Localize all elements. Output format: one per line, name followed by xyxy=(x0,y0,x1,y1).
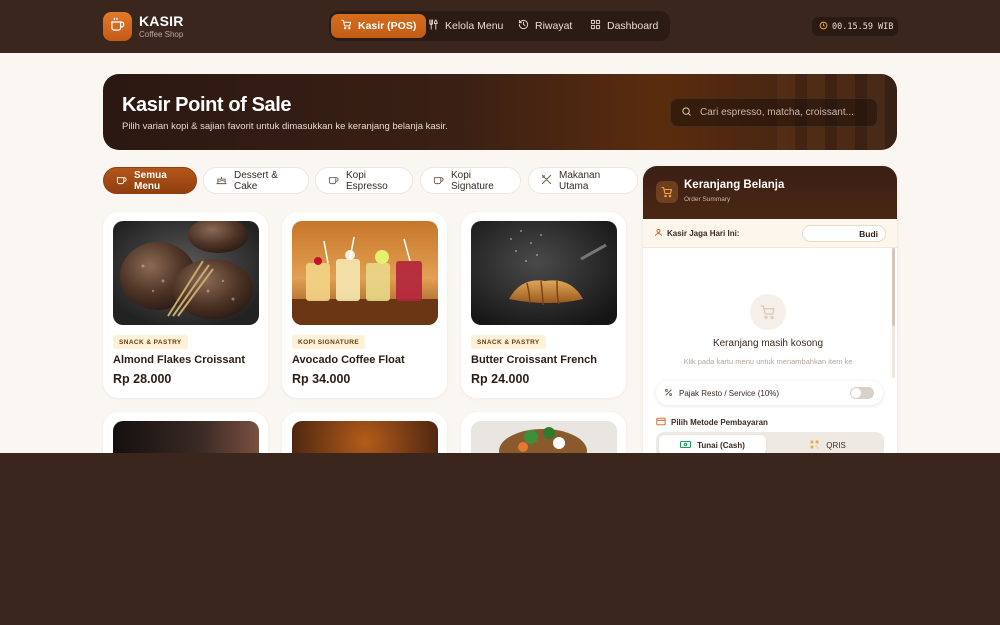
category-chip-dessert-cake[interactable]: Dessert & Cake xyxy=(203,167,309,194)
product-card[interactable] xyxy=(461,412,626,453)
croissant-photo xyxy=(471,221,617,325)
cashier-row: Kasir Jaga Hari Ini: xyxy=(643,219,897,248)
cashier-label-text: Kasir Jaga Hari Ini: xyxy=(667,229,740,238)
payment-option-cash[interactable]: Tunai (Cash) xyxy=(659,435,766,453)
page-subtitle: Pilih varian kopi & sajian favorit untuk… xyxy=(122,121,448,132)
nav-item-label: Kelola Menu xyxy=(445,20,504,32)
utensils-icon xyxy=(428,19,439,33)
clock-display: 00.15.59 WIB xyxy=(812,17,898,36)
coffee-cup-icon xyxy=(328,174,339,188)
product-name: Butter Croissant French xyxy=(471,354,597,366)
page-title: Kasir Point of Sale xyxy=(122,94,292,116)
category-badge: KOPI SIGNATURE xyxy=(292,335,366,349)
credit-card-icon xyxy=(656,417,666,428)
brand-subtitle: Coffee Shop xyxy=(139,30,184,39)
product-photo xyxy=(292,421,438,453)
nav-item-dashboard[interactable]: Dashboard xyxy=(584,14,664,38)
nav-item-riwayat[interactable]: Riwayat xyxy=(512,14,578,38)
chip-label: Kopi Signature xyxy=(451,169,494,192)
nav-item-label: Kasir (POS) xyxy=(358,20,417,32)
tax-toggle-row[interactable]: Pajak Resto / Service (10%) xyxy=(656,381,883,405)
product-price: Rp 28.000 xyxy=(113,372,172,386)
brand-logo[interactable] xyxy=(103,12,132,41)
empty-cart-hint: Klik pada kartu menu untuk menambahkan i… xyxy=(683,357,853,366)
clock-icon xyxy=(819,21,828,33)
empty-cart-icon xyxy=(750,294,786,330)
percent-icon xyxy=(664,388,673,399)
search-input[interactable] xyxy=(700,107,870,118)
cart-icon xyxy=(656,181,678,203)
drinks-photo xyxy=(292,221,438,325)
cart-subtitle: Order Summary xyxy=(684,196,731,203)
payment-option-qris[interactable]: QRIS xyxy=(774,435,881,453)
bread-photo xyxy=(113,221,259,325)
nav-item-kelola-menu[interactable]: Kelola Menu xyxy=(422,14,509,38)
product-card-avocado-coffee-float[interactable]: KOPI SIGNATURE Avocado Coffee Float Rp 3… xyxy=(282,212,447,398)
cake-icon xyxy=(216,174,227,188)
chip-label: Dessert & Cake xyxy=(234,169,278,192)
product-card[interactable] xyxy=(103,412,268,453)
category-chip-kopi-signature[interactable]: Kopi Signature xyxy=(420,167,521,194)
chip-label: Semua Menu xyxy=(134,169,167,192)
category-chip-makanan-utama[interactable]: Makanan Utama xyxy=(528,167,638,194)
cart-header: Keranjang Belanja Order Summary xyxy=(643,166,897,219)
cashier-name-field[interactable] xyxy=(802,225,886,242)
qr-code-icon xyxy=(809,440,820,451)
category-chip-kopi-espresso[interactable]: Kopi Espresso xyxy=(315,167,413,194)
empty-cart-title: Keranjang masih kosong xyxy=(712,338,824,349)
product-price: Rp 24.000 xyxy=(471,372,530,386)
clock-time: 00.15.59 WIB xyxy=(832,21,894,32)
cash-icon xyxy=(680,440,692,451)
chip-label: Kopi Espresso xyxy=(346,169,388,192)
product-photo xyxy=(113,421,259,453)
category-chip-semua-menu[interactable]: Semua Menu xyxy=(103,167,197,194)
product-price: Rp 34.000 xyxy=(292,372,351,386)
brand-name: KASIR xyxy=(139,13,184,29)
product-photo xyxy=(471,421,617,453)
nav-item-label: Riwayat xyxy=(535,20,573,32)
nav-item-label: Dashboard xyxy=(607,20,659,32)
payment-method-selector: Tunai (Cash) QRIS xyxy=(656,432,884,453)
history-icon xyxy=(518,19,529,33)
product-name: Almond Flakes Croissant xyxy=(113,354,246,366)
coffee-cup-icon xyxy=(433,174,444,188)
product-card-butter-croissant-french[interactable]: SNACK & PASTRY Butter Croissant French R… xyxy=(461,212,626,398)
grid-icon xyxy=(590,19,601,33)
tax-label: Pajak Resto / Service (10%) xyxy=(679,388,780,398)
payment-option-label: QRIS xyxy=(826,440,846,450)
product-name: Avocado Coffee Float xyxy=(292,354,405,366)
product-card[interactable] xyxy=(282,412,447,453)
coffee-cup-icon xyxy=(110,17,125,37)
cart-panel: Keranjang Belanja Order Summary Kasir Ja… xyxy=(643,166,897,453)
chip-label: Makanan Utama xyxy=(559,169,601,192)
hero-banner: Kasir Point of Sale Pilih varian kopi & … xyxy=(103,74,897,150)
scrollbar-thumb[interactable] xyxy=(892,248,895,326)
payment-method-label: Pilih Metode Pembayaran xyxy=(656,417,768,428)
cart-title: Keranjang Belanja xyxy=(684,179,785,191)
payment-label-text: Pilih Metode Pembayaran xyxy=(671,418,768,427)
category-badge: SNACK & PASTRY xyxy=(113,335,188,349)
nav-item-kasir-pos[interactable]: Kasir (POS) xyxy=(331,14,427,38)
cart-icon xyxy=(341,19,352,33)
coffee-cup-icon xyxy=(116,174,127,188)
tax-toggle[interactable] xyxy=(850,387,874,399)
payment-option-label: Tunai (Cash) xyxy=(697,440,745,450)
product-card-almond-flakes-croissant[interactable]: SNACK & PASTRY Almond Flakes Croissant R… xyxy=(103,212,268,398)
cashier-label: Kasir Jaga Hari Ini: xyxy=(654,228,739,239)
user-icon xyxy=(654,228,663,239)
top-navbar: KASIR Coffee Shop Kasir (POS) Kelola Men… xyxy=(0,0,1000,53)
category-badge: SNACK & PASTRY xyxy=(471,335,546,349)
search-box[interactable] xyxy=(670,98,878,127)
utensils-cross-icon xyxy=(541,174,552,188)
main-nav: Kasir (POS) Kelola Menu Riwayat Dashboar… xyxy=(329,11,670,41)
main-content: Kasir Point of Sale Pilih varian kopi & … xyxy=(0,53,1000,453)
search-icon xyxy=(681,104,692,122)
